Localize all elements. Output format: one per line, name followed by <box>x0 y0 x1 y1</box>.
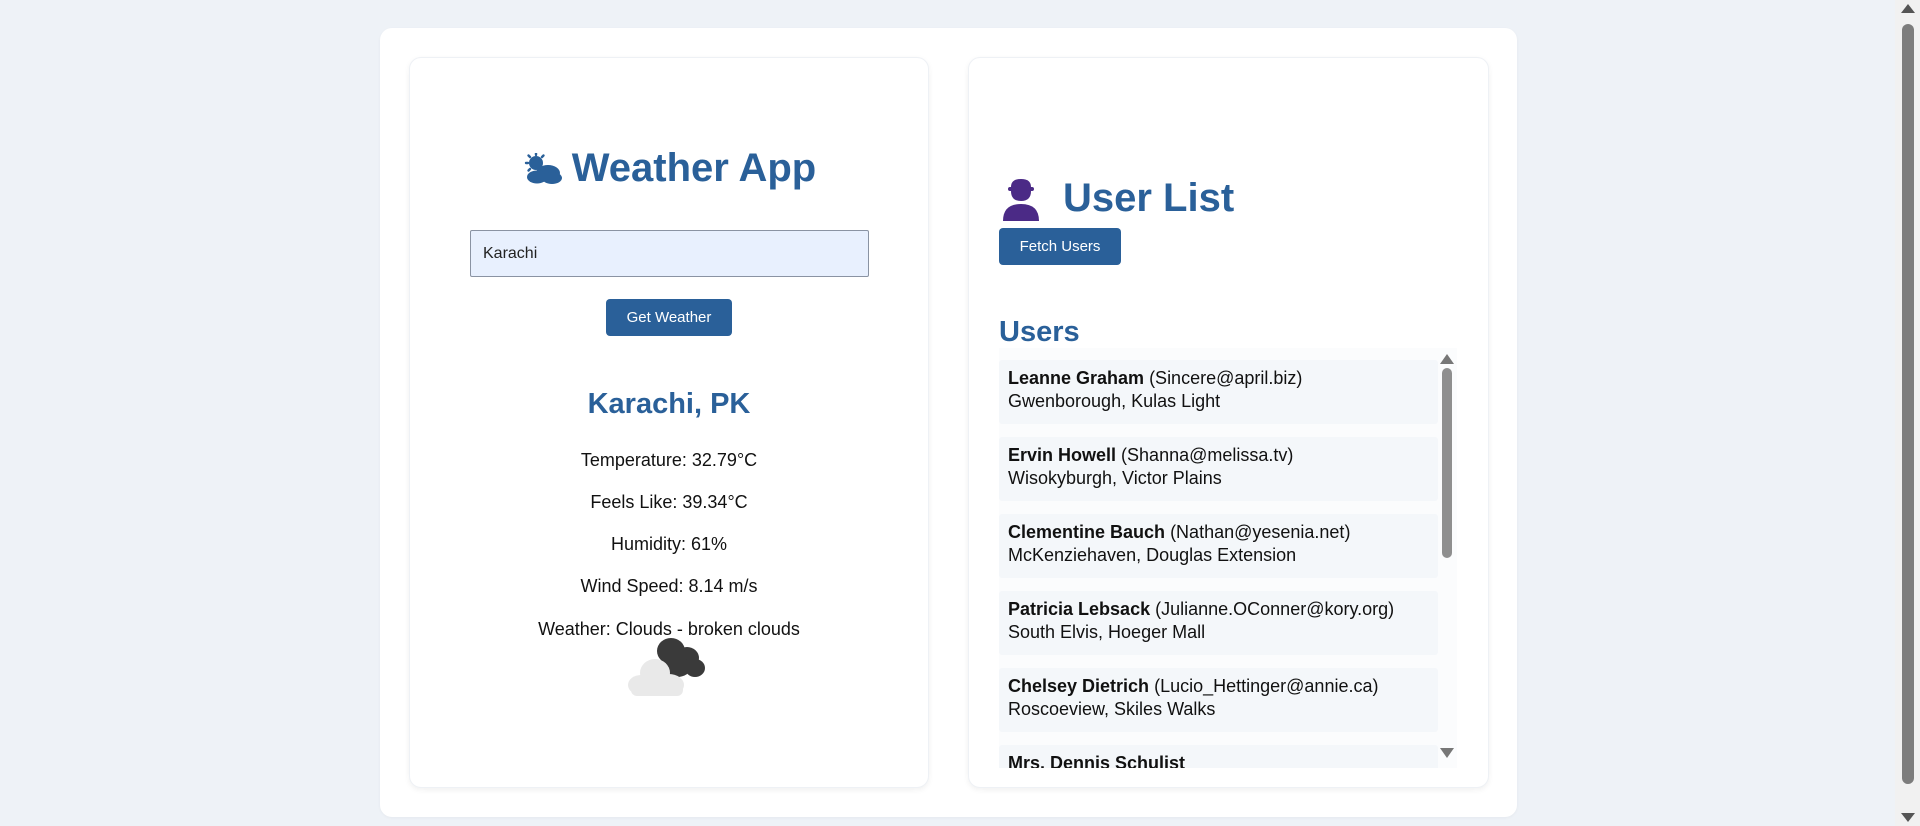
user-address: McKenziehaven, Douglas Extension <box>1008 545 1297 565</box>
user-list-panel: User List Fetch Users Users Leanne Graha… <box>968 57 1489 788</box>
broken-clouds-icon <box>628 638 705 696</box>
user-address: Wisokyburgh, Victor Plains <box>1008 468 1222 488</box>
user-list-item: Chelsey Dietrich (Lucio_Hettinger@annie.… <box>999 668 1438 732</box>
page-scroll-down-arrow-icon[interactable] <box>1901 813 1915 822</box>
location-title: Karachi, PK <box>587 388 751 420</box>
user-name: Patricia Lebsack <box>1008 599 1151 619</box>
user-list-title-text: User List <box>1063 176 1235 220</box>
user-list-item: Patricia Lebsack (Julianne.OConner@kory.… <box>999 591 1438 655</box>
scroll-up-arrow-icon[interactable] <box>1440 354 1454 364</box>
user-address: Roscoeview, Skiles Walks <box>1008 699 1216 719</box>
user-email: (Shanna@melissa.tv) <box>1121 445 1294 465</box>
user-email: (Sincere@april.biz) <box>1149 368 1303 388</box>
sun-behind-cloud-icon <box>524 152 562 184</box>
user-email: (Nathan@yesenia.net) <box>1170 522 1351 542</box>
user-list-item: Ervin Howell (Shanna@melissa.tv) Wisokyb… <box>999 437 1438 501</box>
user-list-title: User List <box>999 176 1234 221</box>
user-name: Mrs. Dennis Schulist <box>1008 753 1186 768</box>
feels-like-text: Feels Like: 39.34°C <box>590 492 748 512</box>
user-list[interactable]: Leanne Graham (Sincere@april.biz) Gwenbo… <box>999 348 1457 768</box>
user-silhouette-icon <box>1003 178 1039 221</box>
user-email: (Lucio_Hettinger@annie.ca) <box>1154 676 1379 696</box>
users-heading: Users <box>999 316 1080 348</box>
user-address: South Elvis, Hoeger Mall <box>1008 622 1206 642</box>
page-scrollbar[interactable] <box>1895 0 1920 826</box>
city-input[interactable] <box>470 230 869 277</box>
user-name: Ervin Howell <box>1008 445 1117 465</box>
scroll-down-arrow-icon[interactable] <box>1440 748 1454 758</box>
user-email: (Julianne.OConner@kory.org) <box>1155 599 1395 619</box>
user-name: Leanne Graham <box>1008 368 1145 388</box>
weather-panel: Weather App Get Weather Karachi, PK Temp… <box>409 57 929 788</box>
user-name: Clementine Bauch <box>1008 522 1166 542</box>
page-scroll-up-arrow-icon[interactable] <box>1901 4 1915 13</box>
user-name: Chelsey Dietrich <box>1008 676 1150 696</box>
humidity-text: Humidity: 61% <box>610 534 728 554</box>
get-weather-button[interactable]: Get Weather <box>606 299 732 336</box>
user-list-item: Leanne Graham (Sincere@april.biz) Gwenbo… <box>999 360 1438 424</box>
user-list-scrollbar[interactable] <box>1438 348 1457 768</box>
user-address: Gwenborough, Kulas Light <box>1008 391 1221 411</box>
weather-title: Weather App <box>410 146 928 191</box>
user-list-item: Mrs. Dennis Schulist <box>999 745 1438 768</box>
weather-title-text: Weather App <box>571 146 817 190</box>
user-list-item: Clementine Bauch (Nathan@yesenia.net) Mc… <box>999 514 1438 578</box>
fetch-users-button[interactable]: Fetch Users <box>999 228 1121 265</box>
page-scroll-thumb[interactable] <box>1902 24 1914 784</box>
temperature-text: Temperature: 32.79°C <box>580 450 758 470</box>
app-container: Weather App Get Weather Karachi, PK Temp… <box>380 28 1517 817</box>
wind-speed-text: Wind Speed: 8.14 m/s <box>580 576 758 596</box>
user-list-scroll-thumb[interactable] <box>1442 368 1452 558</box>
